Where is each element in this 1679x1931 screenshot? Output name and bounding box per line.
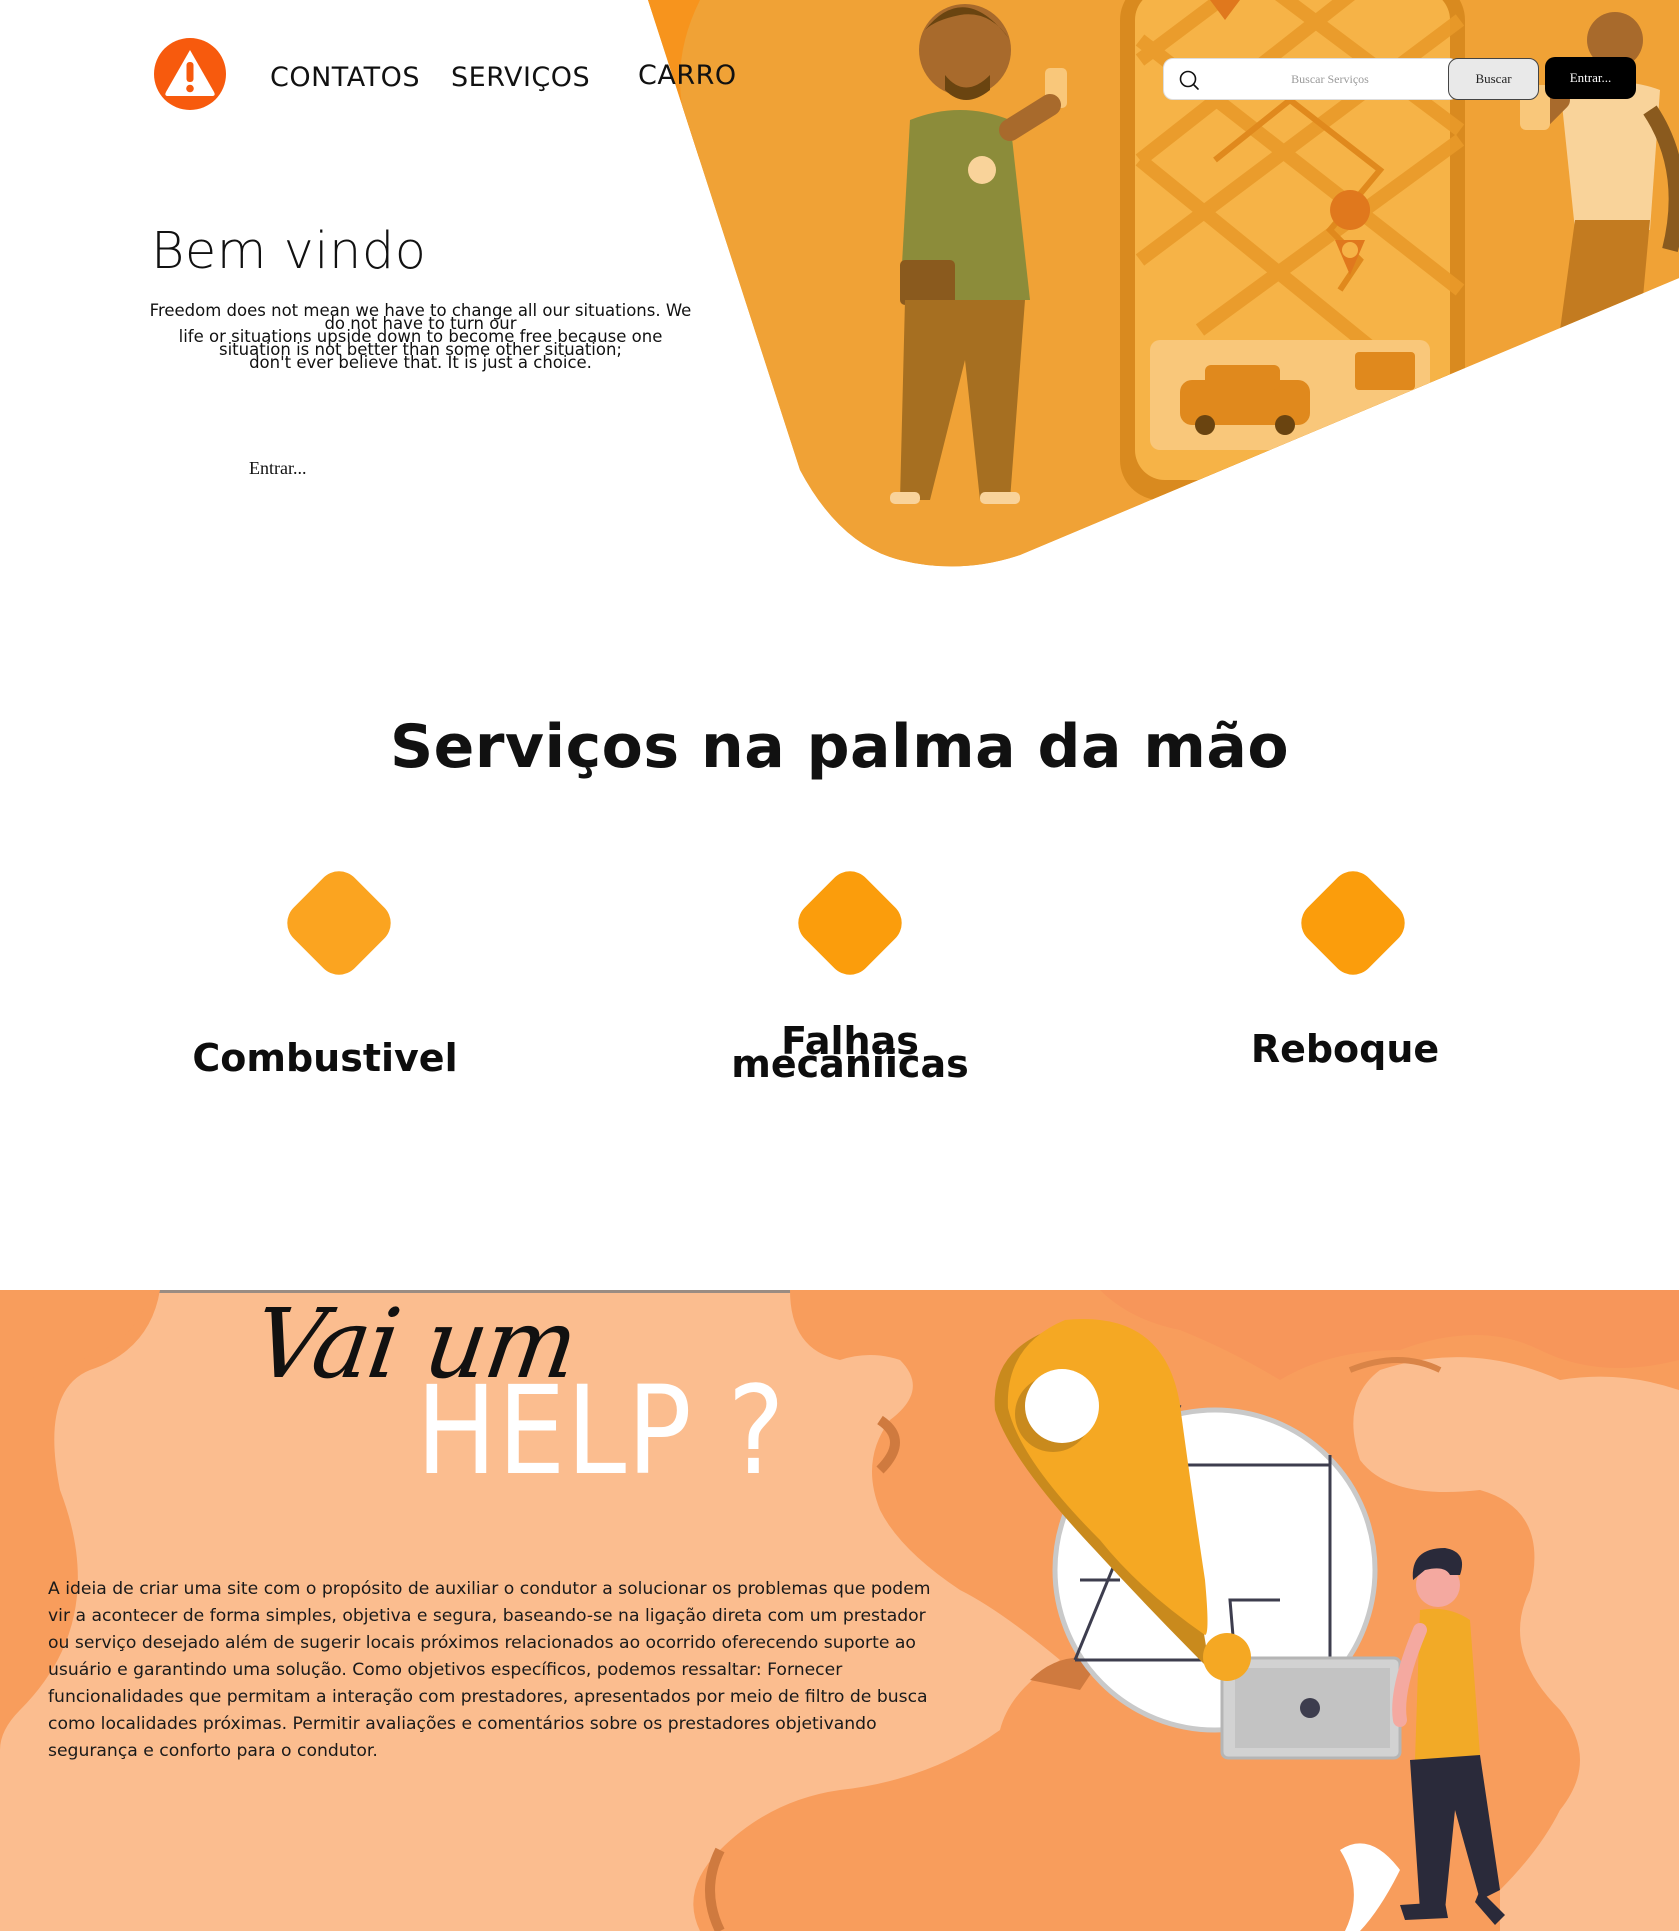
service-label-falhas[interactable]: Falhas mecaniicas [700, 1022, 1000, 1086]
warning-logo-icon[interactable] [151, 38, 229, 110]
service-label-line: mecaniicas [731, 1042, 969, 1086]
nav-link-servicos[interactable]: SERVIÇOS [451, 62, 590, 93]
services-title: Serviços na palma da mão [389, 712, 1290, 782]
search-bar [1163, 58, 1459, 100]
help-description: A ideia de criar uma site com o propósit… [48, 1579, 931, 1761]
login-button[interactable]: Entrar... [1545, 57, 1636, 99]
service-label-combustivel[interactable]: Combustivel [160, 1038, 490, 1078]
service-label-reboque[interactable]: Reboque [1200, 1029, 1490, 1069]
nav-link-contatos[interactable]: CONTATOS [270, 62, 420, 93]
search-button[interactable]: Buscar [1448, 58, 1539, 100]
hero-description: Freedom does not mean we have to change … [148, 302, 693, 371]
search-icon [1179, 70, 1199, 90]
search-input[interactable] [1214, 59, 1446, 99]
help-big-title: HELP ? [416, 1360, 786, 1502]
service-diamond-icon[interactable] [274, 858, 404, 988]
hero-title: Bem vindo [151, 222, 427, 281]
hero-enter-link[interactable]: Entrar... [249, 458, 306, 479]
nav-link-carro[interactable]: CARRO [638, 60, 737, 91]
service-diamond-icon[interactable] [1288, 858, 1418, 988]
service-diamond-icon[interactable] [785, 858, 915, 988]
